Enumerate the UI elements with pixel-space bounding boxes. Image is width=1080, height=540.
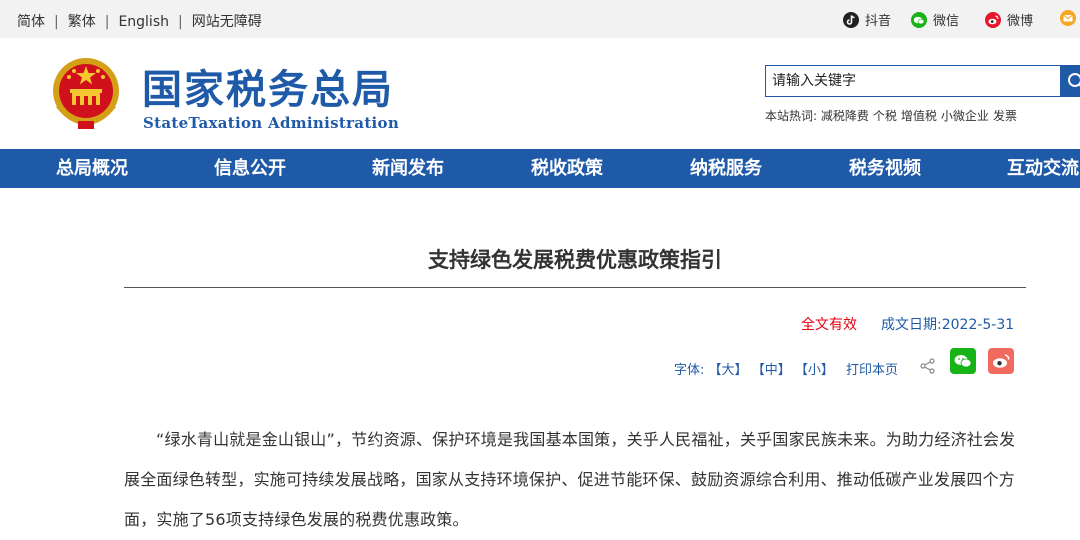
hot-word[interactable]: 发票	[993, 109, 1017, 123]
simplified-chinese-link[interactable]: 简体	[17, 14, 45, 30]
font-size-label: 字体:	[674, 363, 705, 378]
mail-link[interactable]	[1060, 10, 1080, 26]
hot-words-label: 本站热词:	[765, 109, 818, 123]
nav-item-overview[interactable]: 总局概况	[56, 149, 128, 188]
hot-word[interactable]: 增值税	[901, 109, 937, 123]
hot-word[interactable]: 小微企业	[941, 109, 989, 123]
site-logo-chinese[interactable]: 国家税务总局	[142, 66, 394, 114]
search-box	[765, 65, 1061, 97]
douyin-link[interactable]: 抖音	[843, 10, 891, 29]
title-divider	[124, 287, 1026, 288]
validity-status: 全文有效	[801, 317, 857, 333]
nav-item-service[interactable]: 纳税服务	[690, 149, 762, 188]
hot-words: 本站热词: 减税降费 个税 增值税 小微企业 发票	[765, 107, 1021, 124]
douyin-icon	[843, 11, 859, 28]
font-large-button[interactable]: 【大】	[709, 363, 748, 378]
nav-item-video[interactable]: 税务视频	[849, 149, 921, 188]
english-link[interactable]: English	[118, 14, 169, 30]
weibo-label: 微博	[1007, 14, 1034, 29]
issue-date: 成文日期:2022-5-31	[881, 317, 1015, 333]
site-logo-english[interactable]: StateTaxation Administration	[143, 114, 399, 132]
weibo-link[interactable]: 微博	[985, 10, 1033, 29]
traditional-chinese-link[interactable]: 繁体	[68, 14, 96, 30]
wechat-label: 微信	[933, 14, 960, 29]
font-size-tools: 字体: 【大】 【中】 【小】 打印本页	[674, 359, 898, 378]
weibo-icon	[985, 11, 1001, 28]
wechat-link[interactable]: 微信	[911, 10, 959, 29]
top-utility-bar: 简体 | 繁体 | English | 网站无障碍 抖音 微信 微博	[0, 0, 1080, 38]
search-button[interactable]	[1061, 65, 1080, 97]
nav-item-policy[interactable]: 税收政策	[531, 149, 603, 188]
separator: |	[178, 14, 183, 30]
share-wechat-button[interactable]	[950, 348, 976, 374]
font-small-button[interactable]: 【小】	[795, 363, 834, 378]
weibo-icon	[993, 354, 1010, 368]
douyin-label: 抖音	[865, 14, 892, 29]
mail-icon	[1060, 10, 1076, 26]
wechat-icon	[954, 355, 972, 368]
main-nav: 总局概况 信息公开 新闻发布 税收政策 纳税服务 税务视频 互动交流	[0, 149, 1080, 188]
separator: |	[54, 14, 59, 30]
share-icon[interactable]	[919, 357, 937, 379]
nav-item-disclosure[interactable]: 信息公开	[214, 149, 286, 188]
separator: |	[104, 14, 110, 30]
article-title: 支持绿色发展税费优惠政策指引	[428, 248, 722, 272]
national-emblem-icon[interactable]	[50, 55, 122, 131]
share-weibo-button[interactable]	[988, 348, 1014, 374]
language-links: 简体 | 繁体 | English | 网站无障碍	[17, 11, 262, 31]
nav-item-interaction[interactable]: 互动交流	[1007, 149, 1079, 188]
article-paragraph: “绿水青山就是金山银山”，节约资源、保护环境是我国基本国策，关乎人民福祉，关乎国…	[124, 430, 1016, 529]
accessibility-link[interactable]: 网站无障碍	[192, 14, 262, 30]
search-icon	[1068, 73, 1080, 87]
wechat-icon	[911, 11, 927, 28]
print-button[interactable]: 打印本页	[846, 363, 898, 378]
hot-word[interactable]: 减税降费	[821, 109, 869, 123]
font-medium-button[interactable]: 【中】	[752, 363, 791, 378]
hot-word[interactable]: 个税	[873, 109, 897, 123]
search-input[interactable]	[766, 66, 1058, 96]
nav-item-news[interactable]: 新闻发布	[372, 149, 444, 188]
